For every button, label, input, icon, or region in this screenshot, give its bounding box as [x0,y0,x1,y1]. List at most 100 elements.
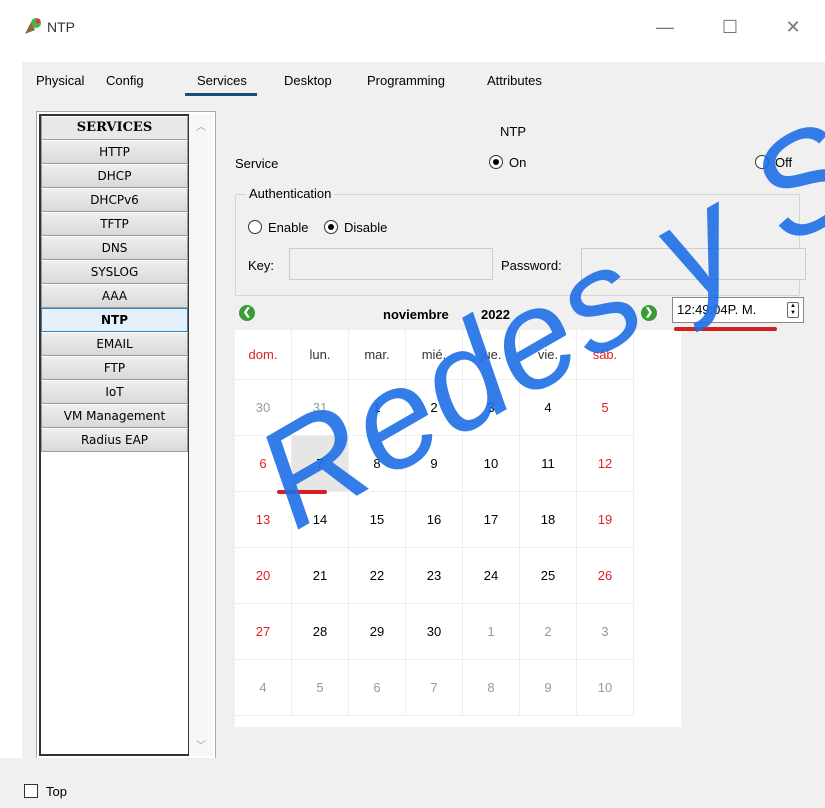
calendar-day[interactable]: 2 [520,604,577,660]
calendar: ❮ noviembre 2022 ❯ dom. lun. mar. mié. jue. v… [235,296,681,727]
calendar-day[interactable]: 6 [349,660,406,716]
weekday-header: vie. [520,330,577,380]
service-item-iot[interactable]: IoT [41,380,188,404]
calendar-day[interactable]: 27 [235,604,292,660]
calendar-day[interactable]: 1 [349,380,406,436]
calendar-day[interactable]: 30 [235,380,292,436]
calendar-day[interactable]: 23 [406,548,463,604]
tab-bar: Physical Config Services Desktop Program… [22,62,825,96]
key-input[interactable] [289,248,493,280]
scroll-up-icon[interactable]: ︿ [196,118,206,133]
title-bar: NTP — ☐ ✕ [0,0,825,58]
calendar-day[interactable]: 13 [235,492,292,548]
calendar-day[interactable]: 4 [520,380,577,436]
service-item-ftp[interactable]: FTP [41,356,188,380]
calendar-day[interactable]: 19 [577,492,634,548]
tab-attributes[interactable]: Attributes [487,73,542,88]
top-checkbox[interactable] [24,784,38,798]
service-item-vm-management[interactable]: VM Management [41,404,188,428]
minimize-button[interactable]: — [650,14,680,40]
calendar-day[interactable]: 9 [406,436,463,492]
calendar-month[interactable]: noviembre [383,307,449,322]
password-input[interactable] [581,248,806,280]
calendar-day[interactable]: 18 [520,492,577,548]
main-panel: SERVICES HTTP DHCP DHCPv6 TFTP DNS SYSLO… [22,96,825,759]
authentication-legend: Authentication [246,186,335,201]
calendar-day[interactable]: 7 [406,660,463,716]
calendar-day[interactable]: 12 [577,436,634,492]
service-item-http[interactable]: HTTP [41,140,188,164]
calendar-day[interactable]: 6 [235,436,292,492]
calendar-day[interactable]: 9 [520,660,577,716]
service-item-syslog[interactable]: SYSLOG [41,260,188,284]
calendar-day[interactable]: 5 [292,660,349,716]
weekday-header: jue. [463,330,520,380]
footer-bar: Top [0,758,825,808]
on-label: On [509,155,527,170]
spinner-arrows-icon[interactable]: ▲ ▼ [787,302,799,318]
tab-services[interactable]: Services [185,73,257,96]
service-item-aaa[interactable]: AAA [41,284,188,308]
calendar-day[interactable]: 28 [292,604,349,660]
tab-config[interactable]: Config [106,73,144,88]
disable-label: Disable [344,220,388,235]
close-button[interactable]: ✕ [778,14,808,40]
password-label: Password: [501,258,562,273]
calendar-day[interactable]: 15 [349,492,406,548]
time-value: 12:49:04P. M. [677,302,757,317]
calendar-day[interactable]: 8 [463,660,520,716]
auth-enable-radio[interactable]: Enable [248,220,308,235]
auth-disable-radio[interactable]: Disable [324,220,387,235]
calendar-day[interactable]: 3 [463,380,520,436]
services-header: SERVICES [41,116,188,140]
service-item-ntp[interactable]: NTP [41,308,188,332]
weekday-header: sáb. [577,330,634,380]
service-item-dns[interactable]: DNS [41,236,188,260]
calendar-day[interactable]: 10 [463,436,520,492]
calendar-day[interactable]: 10 [577,660,634,716]
calendar-day[interactable]: 30 [406,604,463,660]
calendar-day[interactable]: 31 [292,380,349,436]
calendar-day[interactable]: 25 [520,548,577,604]
calendar-day[interactable]: 4 [235,660,292,716]
enable-label: Enable [268,220,309,235]
calendar-day[interactable]: 20 [235,548,292,604]
scroll-down-icon[interactable]: ﹀ [196,737,206,752]
prev-month-icon[interactable]: ❮ [239,305,255,321]
service-item-tftp[interactable]: TFTP [41,212,188,236]
calendar-year[interactable]: 2022 [481,307,510,322]
service-item-dhcp[interactable]: DHCP [41,164,188,188]
calendar-day[interactable]: 24 [463,548,520,604]
services-scrollbar[interactable]: ︿ ﹀ [189,114,213,756]
tab-desktop[interactable]: Desktop [284,73,332,88]
next-month-icon[interactable]: ❯ [641,305,657,321]
calendar-day[interactable]: 8 [349,436,406,492]
calendar-day[interactable]: 26 [577,548,634,604]
time-spinner[interactable]: 12:49:04P. M. ▲ ▼ [672,297,804,323]
calendar-day[interactable]: 21 [292,548,349,604]
radio-checked-icon [324,220,338,234]
services-panel: SERVICES HTTP DHCP DHCPv6 TFTP DNS SYSLO… [36,111,216,759]
tab-physical[interactable]: Physical [36,73,84,88]
tab-programming[interactable]: Programming [367,73,445,88]
calendar-day[interactable]: 11 [520,436,577,492]
calendar-day[interactable]: 5 [577,380,634,436]
service-item-dhcpv6[interactable]: DHCPv6 [41,188,188,212]
service-item-email[interactable]: EMAIL [41,332,188,356]
calendar-day[interactable]: 2 [406,380,463,436]
service-off-radio[interactable]: Off [755,155,792,170]
calendar-day[interactable]: 14 [292,492,349,548]
service-on-radio[interactable]: On [489,155,526,170]
calendar-day[interactable]: 17 [463,492,520,548]
calendar-day[interactable]: 16 [406,492,463,548]
top-label: Top [46,784,67,799]
calendar-day[interactable]: 22 [349,548,406,604]
calendar-day[interactable]: 1 [463,604,520,660]
calendar-day[interactable]: 29 [349,604,406,660]
off-label: Off [775,155,793,170]
calendar-day[interactable]: 3 [577,604,634,660]
service-item-radius-eap[interactable]: Radius EAP [41,428,188,452]
window-title: NTP [47,19,75,35]
maximize-button[interactable]: ☐ [715,14,745,40]
calendar-day[interactable]: 7 [292,436,349,492]
